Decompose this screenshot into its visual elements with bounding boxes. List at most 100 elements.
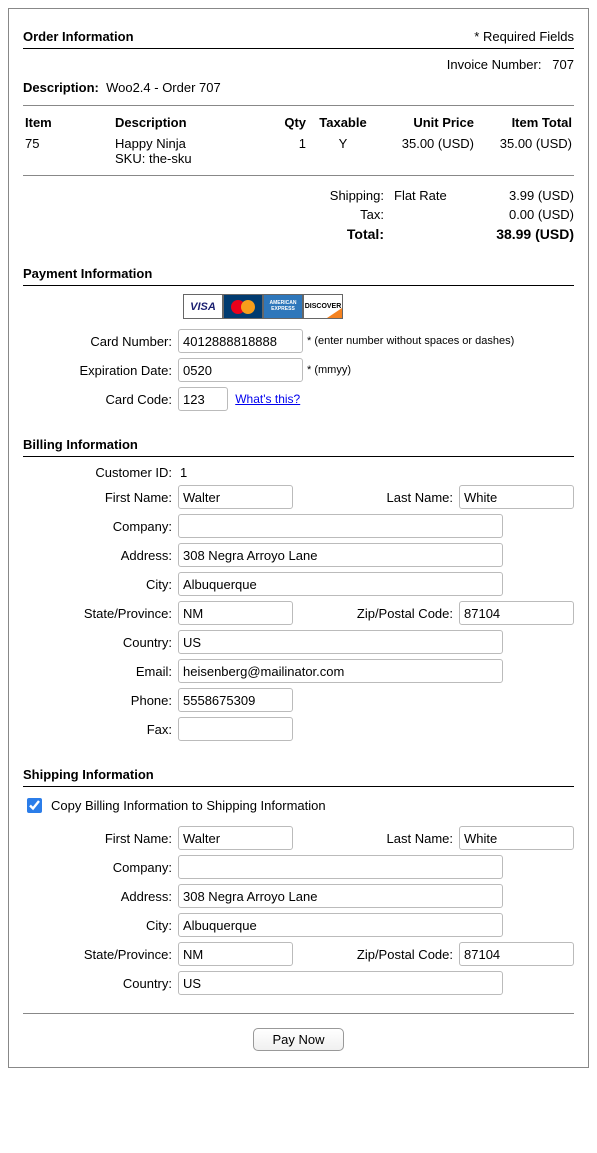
col-qty: Qty bbox=[263, 112, 308, 133]
shipping-last-name-label: Last Name: bbox=[293, 831, 459, 846]
card-code-input[interactable] bbox=[178, 387, 228, 411]
card-code-row: Card Code: What's this? bbox=[23, 387, 574, 411]
invoice-number: 707 bbox=[552, 57, 574, 72]
billing-last-name-input[interactable] bbox=[459, 485, 574, 509]
billing-address-input[interactable] bbox=[178, 543, 503, 567]
invoice-label: Invoice Number: bbox=[447, 57, 542, 72]
whats-this-link[interactable]: What's this? bbox=[235, 392, 300, 406]
billing-phone-input[interactable] bbox=[178, 688, 293, 712]
billing-city-label: City: bbox=[23, 577, 178, 592]
billing-company-input[interactable] bbox=[178, 514, 503, 538]
exp-date-row: Expiration Date: * (mmyy) bbox=[23, 358, 574, 382]
col-item-total: Item Total bbox=[476, 112, 574, 133]
cell-desc-sku: SKU: the-sku bbox=[115, 151, 192, 166]
card-number-row: Card Number: * (enter number without spa… bbox=[23, 329, 574, 353]
divider bbox=[23, 456, 574, 457]
billing-first-name-label: First Name: bbox=[23, 490, 178, 505]
shipping-last-name-input[interactable] bbox=[459, 826, 574, 850]
billing-address-label: Address: bbox=[23, 548, 178, 563]
billing-zip-input[interactable] bbox=[459, 601, 574, 625]
table-row: 75 Happy Ninja SKU: the-sku 1 Y 35.00 (U… bbox=[23, 133, 574, 169]
cell-item-total: 35.00 (USD) bbox=[476, 133, 574, 169]
pay-now-button[interactable]: Pay Now bbox=[253, 1028, 343, 1051]
tax-row: Tax: 0.00 (USD) bbox=[23, 205, 574, 224]
shipping-address-input[interactable] bbox=[178, 884, 503, 908]
exp-date-input[interactable] bbox=[178, 358, 303, 382]
line-items-table: Item Description Qty Taxable Unit Price … bbox=[23, 112, 574, 169]
shipping-first-name-input[interactable] bbox=[178, 826, 293, 850]
cell-qty: 1 bbox=[263, 133, 308, 169]
shipping-state-input[interactable] bbox=[178, 942, 293, 966]
pay-button-row: Pay Now bbox=[23, 1028, 574, 1051]
shipping-info-title: Shipping Information bbox=[23, 767, 154, 782]
divider bbox=[23, 786, 574, 787]
shipping-city-input[interactable] bbox=[178, 913, 503, 937]
cell-desc-name: Happy Ninja bbox=[115, 136, 186, 151]
shipping-country-input[interactable] bbox=[178, 971, 503, 995]
total-value: 38.99 (USD) bbox=[484, 226, 574, 242]
copy-billing-checkbox[interactable] bbox=[27, 798, 42, 813]
shipping-company-input[interactable] bbox=[178, 855, 503, 879]
divider bbox=[23, 1013, 574, 1014]
billing-first-name-input[interactable] bbox=[178, 485, 293, 509]
billing-country-label: Country: bbox=[23, 635, 178, 650]
table-header-row: Item Description Qty Taxable Unit Price … bbox=[23, 112, 574, 133]
shipping-method: Flat Rate bbox=[394, 188, 474, 203]
form-frame: Order Information * Required Fields Invo… bbox=[8, 8, 589, 1068]
shipping-address-label: Address: bbox=[23, 889, 178, 904]
totals-block: Shipping: Flat Rate 3.99 (USD) Tax: 0.00… bbox=[23, 186, 574, 244]
billing-info-header: Billing Information bbox=[23, 437, 574, 452]
cell-taxable: Y bbox=[308, 133, 378, 169]
tax-method bbox=[394, 207, 474, 222]
total-row: Total: 38.99 (USD) bbox=[23, 224, 574, 244]
billing-city-input[interactable] bbox=[178, 572, 503, 596]
col-taxable: Taxable bbox=[308, 112, 378, 133]
divider bbox=[23, 48, 574, 49]
order-info-header: Order Information * Required Fields bbox=[23, 29, 574, 44]
shipping-city-label: City: bbox=[23, 918, 178, 933]
cell-item: 75 bbox=[23, 133, 113, 169]
order-description-line: Description: Woo2.4 - Order 707 bbox=[23, 80, 574, 95]
col-item: Item bbox=[23, 112, 113, 133]
shipping-first-name-label: First Name: bbox=[23, 831, 178, 846]
order-info-title: Order Information bbox=[23, 29, 134, 44]
copy-billing-row: Copy Billing Information to Shipping Inf… bbox=[23, 795, 574, 816]
exp-date-hint: * (mmyy) bbox=[307, 364, 351, 376]
payment-info-title: Payment Information bbox=[23, 266, 152, 281]
billing-company-label: Company: bbox=[23, 519, 178, 534]
billing-fax-input[interactable] bbox=[178, 717, 293, 741]
shipping-info-header: Shipping Information bbox=[23, 767, 574, 782]
col-description: Description bbox=[113, 112, 263, 133]
customer-id-label: Customer ID: bbox=[23, 465, 178, 480]
billing-fax-label: Fax: bbox=[23, 722, 178, 737]
billing-zip-label: Zip/Postal Code: bbox=[293, 606, 459, 621]
billing-info-title: Billing Information bbox=[23, 437, 138, 452]
divider bbox=[23, 175, 574, 176]
shipping-value: 3.99 (USD) bbox=[484, 188, 574, 203]
shipping-company-label: Company: bbox=[23, 860, 178, 875]
required-fields-note: * Required Fields bbox=[474, 29, 574, 44]
billing-country-input[interactable] bbox=[178, 630, 503, 654]
cell-description: Happy Ninja SKU: the-sku bbox=[113, 133, 263, 169]
customer-id-value: 1 bbox=[178, 465, 187, 480]
divider bbox=[23, 105, 574, 106]
billing-email-input[interactable] bbox=[178, 659, 503, 683]
mastercard-icon bbox=[223, 294, 263, 319]
billing-fields: Customer ID: 1 First Name: Last Name: Co… bbox=[23, 465, 574, 741]
billing-state-input[interactable] bbox=[178, 601, 293, 625]
card-code-label: Card Code: bbox=[23, 392, 178, 407]
payment-info-header: Payment Information bbox=[23, 266, 574, 281]
billing-email-label: Email: bbox=[23, 664, 178, 679]
exp-date-label: Expiration Date: bbox=[23, 363, 178, 378]
billing-state-label: State/Province: bbox=[23, 606, 178, 621]
tax-label: Tax: bbox=[314, 207, 384, 222]
shipping-zip-input[interactable] bbox=[459, 942, 574, 966]
shipping-row: Shipping: Flat Rate 3.99 (USD) bbox=[23, 186, 574, 205]
card-number-input[interactable] bbox=[178, 329, 303, 353]
shipping-fields: First Name: Last Name: Company: Address:… bbox=[23, 826, 574, 995]
amex-icon: AMERICANEXPRESS bbox=[263, 294, 303, 319]
billing-phone-label: Phone: bbox=[23, 693, 178, 708]
card-number-label: Card Number: bbox=[23, 334, 178, 349]
order-description-value: Woo2.4 - Order 707 bbox=[106, 80, 221, 95]
shipping-state-label: State/Province: bbox=[23, 947, 178, 962]
